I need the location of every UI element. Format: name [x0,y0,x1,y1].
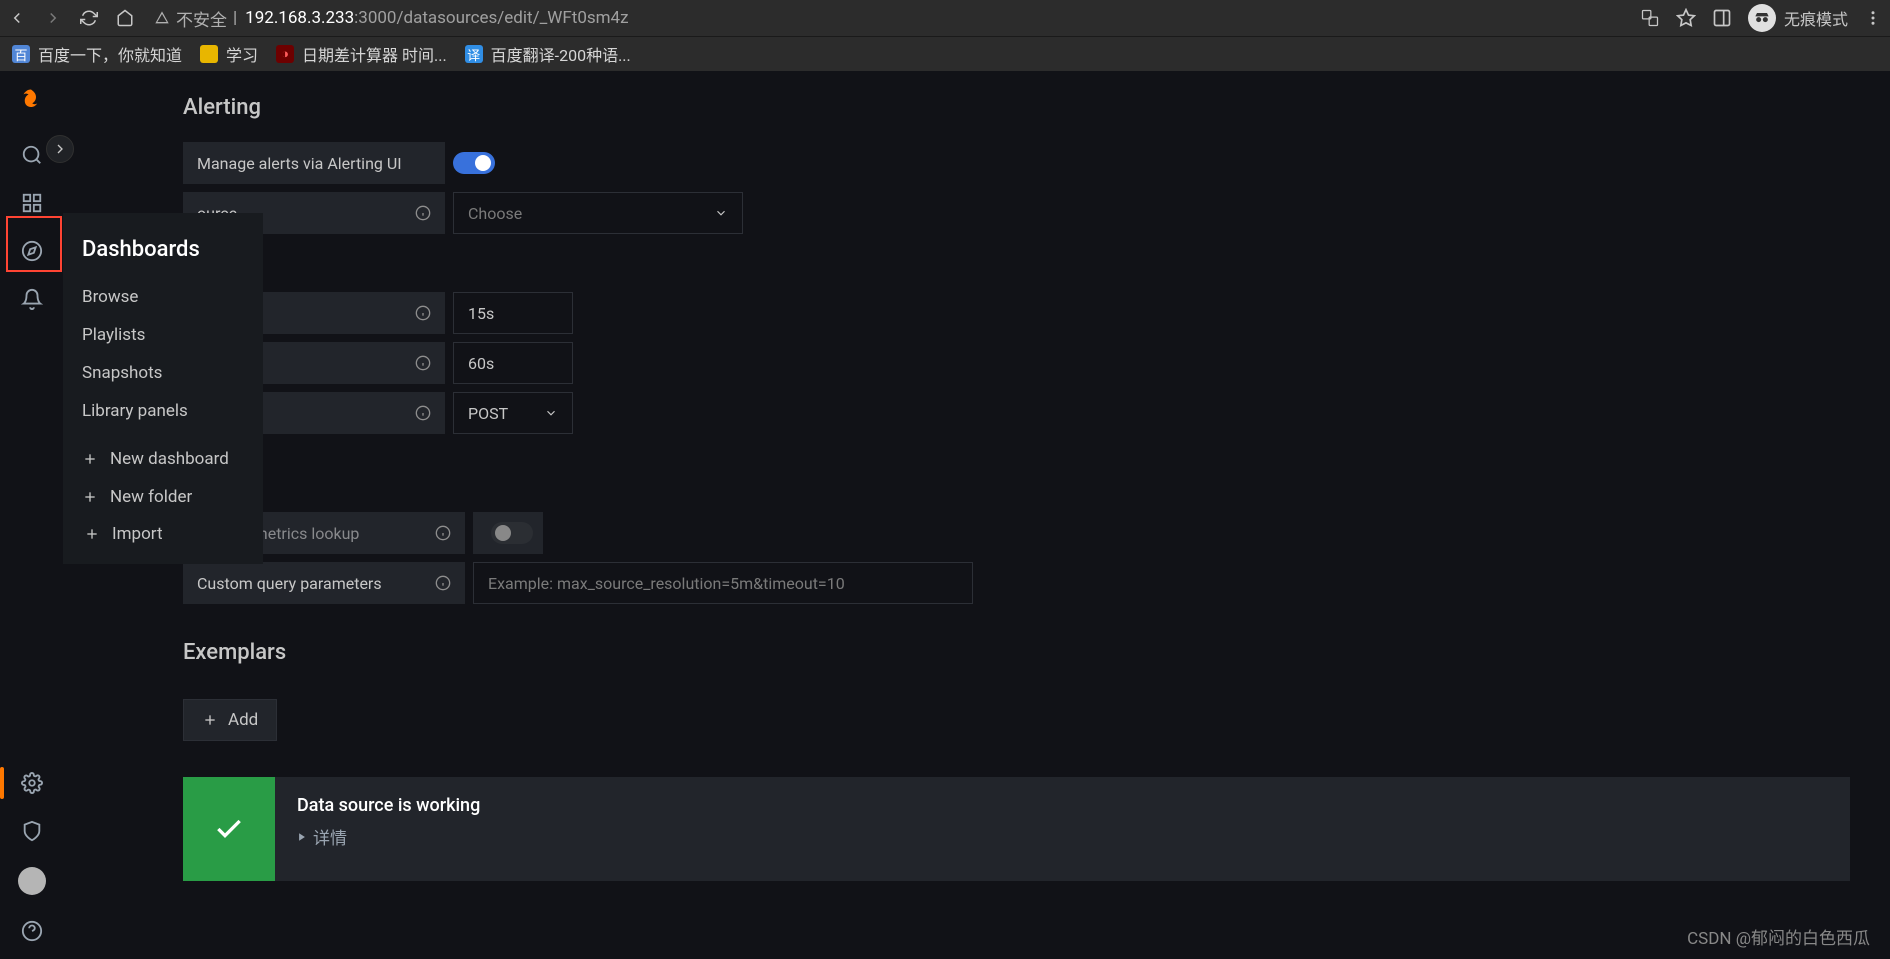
query-input[interactable]: 60s [453,342,573,384]
chevron-down-icon [544,406,558,420]
avatar[interactable] [18,867,46,895]
dashboards-title: Dashboards [64,231,263,278]
info-icon[interactable] [415,405,431,421]
watermark: CSDN @郁闷的白色西瓜 [1687,924,1870,949]
dashboards-menu: Dashboards Browse Playlists Snapshots Li… [63,213,263,564]
dashboards-playlists[interactable]: Playlists [64,316,263,354]
star-icon[interactable] [1676,8,1696,28]
alerting-heading: Alerting [183,95,1890,120]
bookmark-study[interactable]: 学习 [200,42,258,66]
bookmark-date[interactable]: ◑日期差计算器 时间... [276,42,447,66]
annotation-box-1 [6,216,62,272]
status-title: Data source is working [297,795,1828,816]
manage-alerts-toggle[interactable] [453,152,495,174]
incognito-icon [1748,4,1776,32]
more-icon[interactable] [1864,9,1882,27]
plus-icon [84,526,100,542]
info-icon[interactable] [415,305,431,321]
scrape-input[interactable]: 15s [453,292,573,334]
bell-icon[interactable] [20,287,44,311]
dashboards-library[interactable]: Library panels [64,392,263,430]
sidebar [0,71,63,959]
grafana-logo-icon[interactable] [16,87,48,119]
shield-icon[interactable] [20,819,44,843]
dashboards-import[interactable]: Import [74,516,253,552]
method-select[interactable]: POST [453,392,573,434]
forward-icon[interactable] [44,9,62,27]
panel-icon[interactable] [1712,8,1732,28]
disable-metrics-toggle[interactable] [491,522,533,544]
back-icon[interactable] [8,9,26,27]
chevron-down-icon [714,206,728,220]
dashboards-browse[interactable]: Browse [64,278,263,316]
custom-params-label: Custom query parameters [183,562,465,604]
translate-icon[interactable] [1640,8,1660,28]
home-icon[interactable] [116,9,134,27]
url-rest: :3000/datasources/edit/_WFt0sm4z [354,8,628,28]
check-icon [183,777,275,881]
help-icon[interactable] [20,919,44,943]
sidebar-toggle[interactable] [46,135,74,163]
search-icon[interactable] [20,143,44,167]
triangle-right-icon [297,832,307,842]
choose-select[interactable]: Choose [453,192,743,234]
url-ip: 192.168.3.233 [245,8,354,28]
plus-icon [82,489,98,505]
status-banner: Data source is working 详情 [183,777,1850,881]
url-bar[interactable]: 不安全 | 192.168.3.233:3000/datasources/edi… [154,6,1628,31]
add-button[interactable]: Add [183,699,277,741]
incognito-label: 无痕模式 [1784,6,1848,30]
gear-icon[interactable] [20,771,44,795]
dashboards-icon[interactable] [20,191,44,215]
status-detail-toggle[interactable]: 详情 [297,824,1828,849]
insecure-icon: 不安全 | [154,6,237,31]
bookmark-baidu[interactable]: 百百度一下，你就知道 [12,42,182,66]
dashboards-new-folder[interactable]: New folder [64,478,263,516]
plus-icon [82,451,98,467]
info-icon[interactable] [415,205,431,221]
custom-params-input[interactable]: Example: max_source_resolution=5m&timeou… [473,562,973,604]
reload-icon[interactable] [80,9,98,27]
plus-icon [202,712,218,728]
insecure-label: 不安全 [176,6,227,31]
info-icon[interactable] [415,355,431,371]
info-icon[interactable] [435,525,451,541]
bookmark-translate[interactable]: 译百度翻译-200种语... [465,42,631,66]
info-icon[interactable] [435,575,451,591]
dashboards-snapshots[interactable]: Snapshots [64,354,263,392]
dashboards-new-dashboard[interactable]: New dashboard [64,440,263,478]
manage-alerts-label: Manage alerts via Alerting UI [183,142,445,184]
exemplars-heading: Exemplars [183,640,1890,665]
